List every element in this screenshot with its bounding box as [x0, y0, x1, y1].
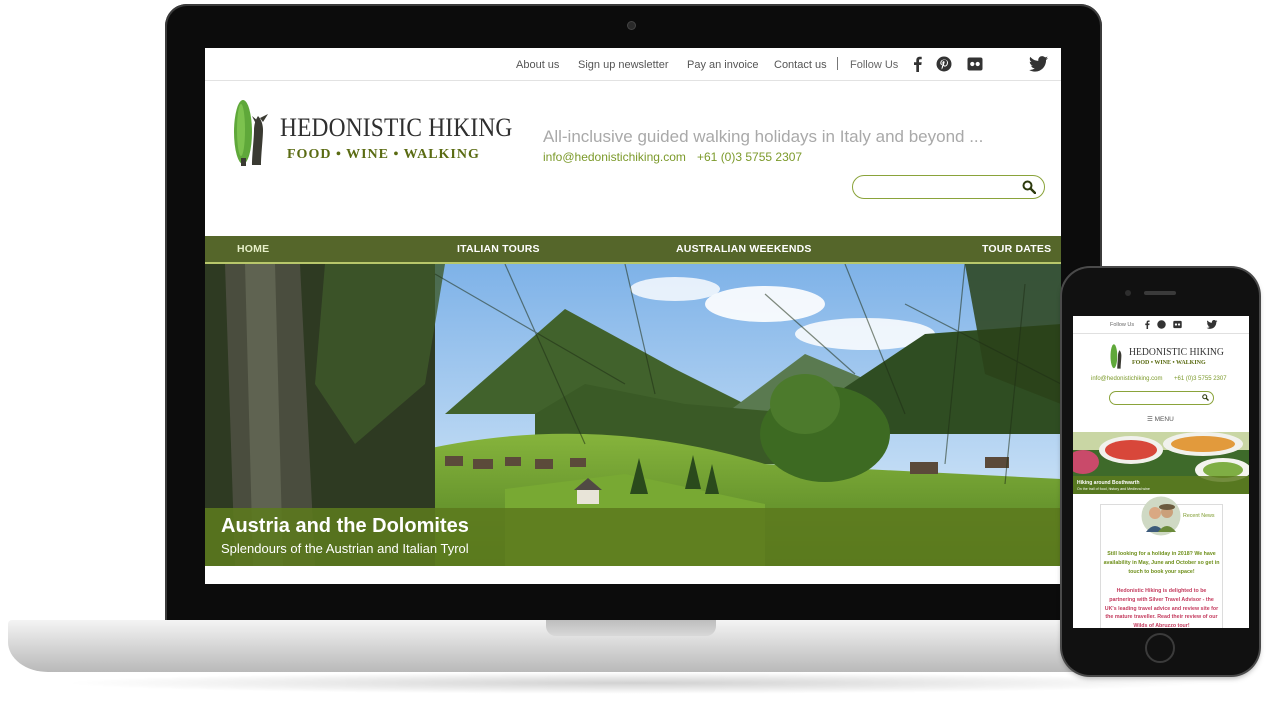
- twitter-icon[interactable]: [1206, 320, 1218, 329]
- mobile-hero-title: Hiking around Bosthwarth: [1077, 480, 1140, 486]
- twitter-icon[interactable]: [1029, 55, 1048, 73]
- mobile-hero-slider[interactable]: Hiking around Bosthwarth On the trail of…: [1073, 432, 1249, 494]
- content-area: [205, 566, 1061, 584]
- recent-news-heading[interactable]: Recent News: [1183, 513, 1215, 519]
- pinterest-icon[interactable]: [1157, 320, 1166, 329]
- facebook-icon[interactable]: [1143, 320, 1152, 329]
- newsletter-link[interactable]: Sign up newsletter: [578, 59, 669, 71]
- hero-title: Austria and the Dolomites: [221, 515, 469, 537]
- news-item-partnership: Hedonistic Hiking is delighted to be par…: [1104, 588, 1219, 628]
- contact-us-link[interactable]: Contact us: [774, 59, 827, 71]
- facebook-icon[interactable]: [910, 56, 926, 72]
- contact-phone: +61 (0)3 5755 2307: [697, 150, 803, 164]
- logo-title: HEDONISTIC HIKING: [280, 113, 513, 142]
- mobile-divider: [1073, 333, 1249, 334]
- follow-us-label: Follow Us: [850, 59, 899, 71]
- mobile-hero-subtitle: On the trail of food, history and Mediev…: [1077, 487, 1150, 491]
- laptop-notch: [546, 620, 716, 636]
- top-links-bar: About us Sign up newsletter Pay an invoi…: [205, 48, 1061, 81]
- mobile-search-input[interactable]: [1109, 391, 1214, 405]
- nav-italian-tours[interactable]: ITALIAN TOURS: [457, 243, 540, 255]
- main-navigation: HOME ITALIAN TOURS AUSTRALIAN WEEKENDS T…: [205, 236, 1061, 264]
- site-tagline: All-inclusive guided walking holidays in…: [543, 127, 984, 146]
- flickr-icon[interactable]: [967, 56, 983, 72]
- recent-news-card: Recent News Still looking for a holiday …: [1100, 496, 1223, 628]
- nav-home[interactable]: HOME: [237, 243, 269, 255]
- cypress-tree-icon: [234, 100, 268, 166]
- nav-australian-weekends[interactable]: AUSTRALIAN WEEKENDS: [676, 243, 812, 255]
- contact-email-link[interactable]: info@hedonistichiking.com: [543, 150, 686, 164]
- cypress-tree-icon: [1110, 344, 1122, 369]
- phone-camera: [1125, 290, 1131, 296]
- mobile-phone: +61 (0)3 5755 2307: [1174, 376, 1227, 382]
- mobile-site-logo[interactable]: HEDONISTIC HIKING FOOD • WINE • WALKING: [1109, 341, 1229, 371]
- site-logo[interactable]: HEDONISTIC HIKING FOOD • WINE • WALKING: [230, 94, 512, 169]
- mobile-menu-button[interactable]: ☰ MENU: [1147, 415, 1174, 423]
- mobile-follow-us-label: Follow Us: [1110, 322, 1135, 328]
- laptop-camera: [628, 22, 635, 29]
- search-icon[interactable]: [1202, 394, 1209, 401]
- pay-invoice-link[interactable]: Pay an invoice: [687, 59, 759, 71]
- logo-subtitle: FOOD • WINE • WALKING: [287, 147, 480, 162]
- avatar: [1141, 496, 1181, 536]
- phone-speaker: [1144, 291, 1176, 295]
- search-icon[interactable]: [1022, 180, 1036, 194]
- laptop-shadow: [60, 672, 1210, 694]
- search-input[interactable]: [852, 175, 1045, 199]
- nav-tour-dates[interactable]: TOUR DATES: [982, 243, 1051, 255]
- hero-subtitle: Splendours of the Austrian and Italian T…: [221, 541, 469, 556]
- flickr-icon[interactable]: [1173, 320, 1182, 329]
- phone-home-button: [1145, 633, 1175, 663]
- news-item-availability: Still looking for a holiday in 2018? We …: [1103, 551, 1220, 575]
- divider: [837, 57, 838, 70]
- mobile-website: Follow Us HEDONISTIC HIKING FOOD • WINE …: [1073, 316, 1249, 628]
- mobile-logo-subtitle: FOOD • WINE • WALKING: [1132, 360, 1206, 366]
- pinterest-icon[interactable]: [936, 56, 952, 72]
- hero-caption: Austria and the Dolomites Splendours of …: [205, 508, 1061, 566]
- mobile-email-link[interactable]: info@hedonistichiking.com: [1091, 376, 1162, 382]
- hero-slider[interactable]: Austria and the Dolomites Splendours of …: [205, 264, 1061, 566]
- desktop-website: About us Sign up newsletter Pay an invoi…: [205, 48, 1061, 584]
- about-us-link[interactable]: About us: [516, 59, 559, 71]
- mobile-logo-title: HEDONISTIC HIKING: [1129, 346, 1224, 358]
